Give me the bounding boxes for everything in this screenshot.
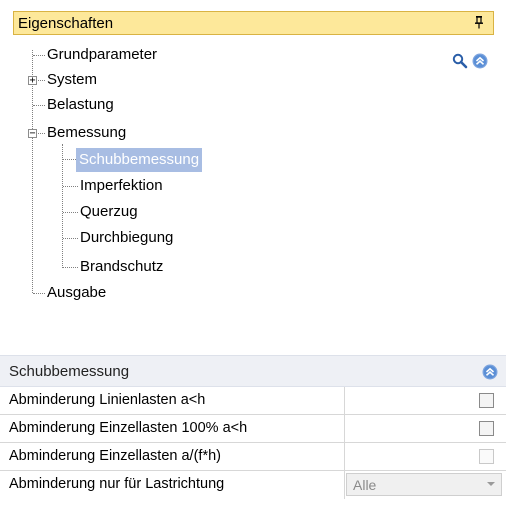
column-divider <box>344 415 345 442</box>
tree-branch <box>33 55 45 56</box>
tree-item-label: Schubbemessung <box>76 148 203 172</box>
collapse-up-icon[interactable] <box>482 364 498 380</box>
collapse-up-icon[interactable] <box>472 53 488 69</box>
property-grid-header: Schubbemessung <box>0 355 506 387</box>
tree-item-grundparameter[interactable]: Grundparameter <box>47 45 157 65</box>
column-divider <box>344 387 345 414</box>
column-divider <box>344 471 345 499</box>
tree-branch <box>63 267 78 268</box>
chevron-down-icon <box>487 482 495 486</box>
tree-branch <box>38 80 45 81</box>
tree-branch <box>63 212 78 213</box>
tree-item-durchbiegung[interactable]: Durchbiegung <box>80 228 173 248</box>
property-row: Abminderung Linienlasten a<h <box>0 387 506 415</box>
tree-item-label: System <box>47 71 98 88</box>
tree-branch <box>38 133 45 134</box>
properties-header: Eigenschaften <box>13 11 494 35</box>
tree-item-label: Ausgabe <box>47 284 107 301</box>
property-label: Abminderung Einzellasten a/(f*h) <box>9 448 221 464</box>
tree-item-schubbemessung[interactable]: Schubbemessung <box>76 148 203 172</box>
tree-connector <box>32 50 33 293</box>
tree-item-ausgabe[interactable]: Ausgabe <box>47 283 106 303</box>
dropdown-value: Alle <box>353 477 377 493</box>
tree-connector <box>62 144 63 268</box>
expand-icon[interactable]: + <box>28 76 37 86</box>
tree-item-belastung[interactable]: Belastung <box>47 95 114 115</box>
tree-item-label: Brandschutz <box>80 258 164 275</box>
tree-item-querzug[interactable]: Querzug <box>80 202 138 222</box>
property-row: Abminderung Einzellasten 100% a<h <box>0 415 506 443</box>
collapse-icon[interactable]: − <box>28 129 37 139</box>
tree-item-label: Grundparameter <box>47 46 158 63</box>
property-grid-title: Schubbemessung <box>9 363 130 380</box>
tree-item-imperfektion[interactable]: Imperfektion <box>80 176 163 196</box>
checkbox-disabled <box>479 449 494 464</box>
tree-item-system[interactable]: System <box>47 70 97 90</box>
search-icon[interactable] <box>452 53 468 69</box>
lastrichtung-dropdown[interactable]: Alle <box>346 473 502 496</box>
property-label: Abminderung Einzellasten 100% a<h <box>9 420 248 436</box>
tree-item-label: Belastung <box>47 96 114 113</box>
tree-item-brandschutz[interactable]: Brandschutz <box>80 257 163 277</box>
tree-branch <box>33 105 45 106</box>
property-label: Abminderung nur für Lastrichtung <box>9 476 225 492</box>
properties-title: Eigenschaften <box>18 14 114 32</box>
pin-icon[interactable] <box>474 15 484 32</box>
property-row: Abminderung nur für Lastrichtung Alle <box>0 471 506 499</box>
tree-item-label: Imperfektion <box>80 177 163 194</box>
checkbox[interactable] <box>479 421 494 436</box>
tree-item-bemessung[interactable]: Bemessung <box>47 123 126 143</box>
tree-branch <box>33 293 45 294</box>
tree-item-label: Querzug <box>80 203 138 220</box>
tree-item-label: Durchbiegung <box>80 229 174 246</box>
column-divider <box>344 443 345 470</box>
tree-branch <box>63 186 78 187</box>
tree-branch <box>63 159 76 160</box>
checkbox[interactable] <box>479 393 494 408</box>
tree-item-label: Bemessung <box>47 124 127 141</box>
property-label: Abminderung Linienlasten a<h <box>9 392 206 408</box>
property-row: Abminderung Einzellasten a/(f*h) <box>0 443 506 471</box>
tree-branch <box>63 238 78 239</box>
